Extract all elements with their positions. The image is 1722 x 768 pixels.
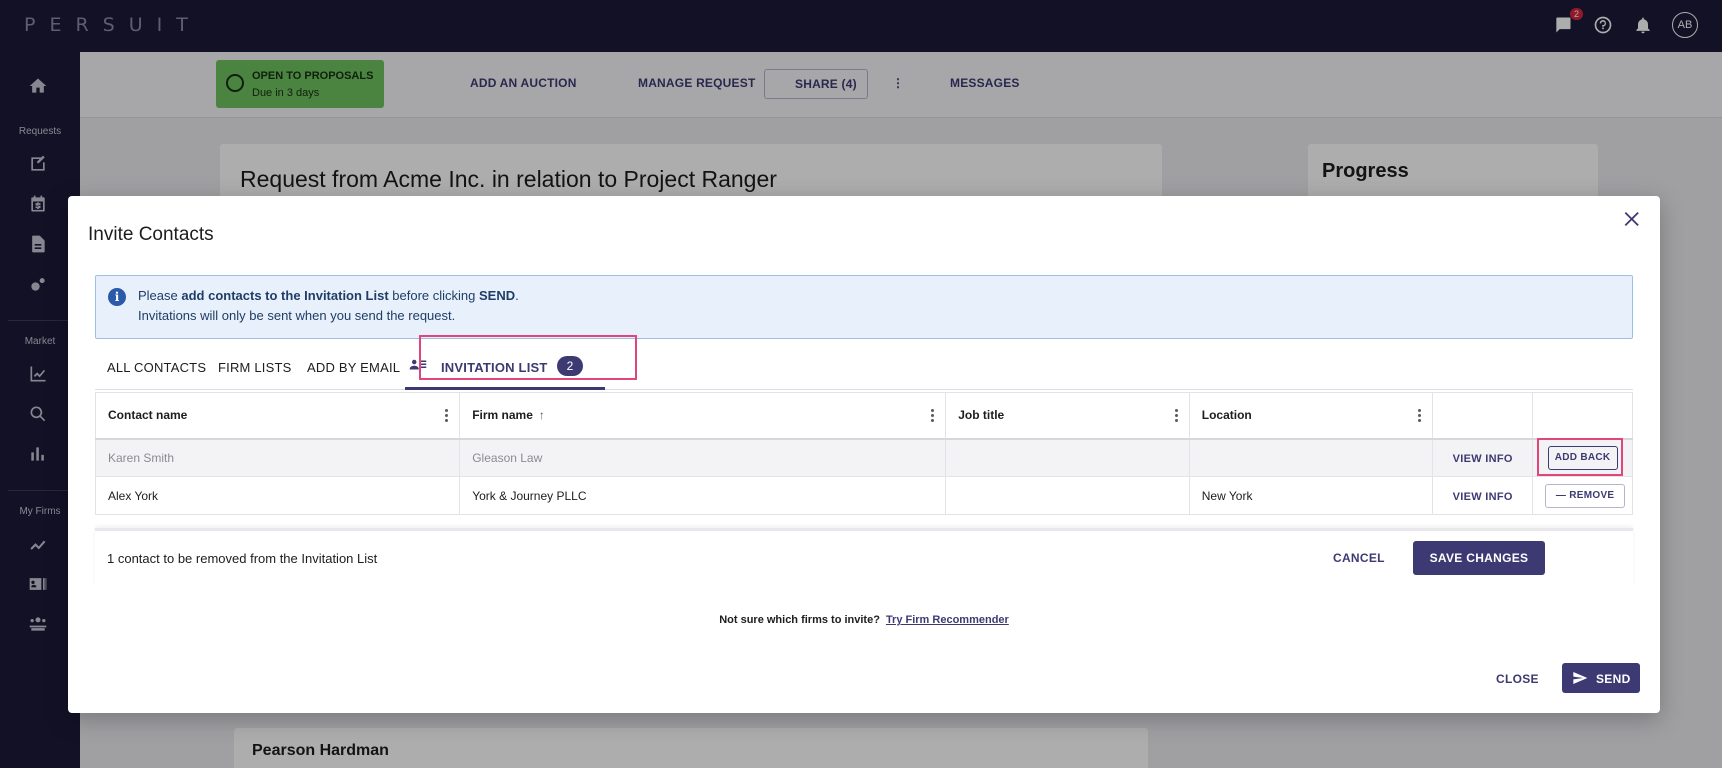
job-title-cell xyxy=(945,438,1190,477)
send-label: SEND xyxy=(1596,672,1631,686)
close-icon[interactable] xyxy=(1622,208,1646,232)
close-button[interactable]: CLOSE xyxy=(1496,672,1539,686)
column-menu-icon[interactable] xyxy=(445,409,449,423)
contact-name-cell: Karen Smith xyxy=(94,438,461,477)
table-row: Karen Smith Gleason Law VIEW INFO ADD BA… xyxy=(94,438,1633,477)
contact-name-cell: Alex York xyxy=(94,476,461,515)
modal-title: Invite Contacts xyxy=(88,224,214,245)
view-info-button[interactable]: VIEW INFO xyxy=(1453,491,1513,503)
column-menu-icon[interactable] xyxy=(931,409,935,423)
column-menu-icon[interactable] xyxy=(1418,409,1422,423)
invite-contacts-modal: Invite Contacts i Please add contacts to… xyxy=(68,196,1660,713)
info-icon: i xyxy=(108,288,126,306)
firm-name-cell: Gleason Law xyxy=(459,438,947,477)
remove-button[interactable]: — REMOVE xyxy=(1545,483,1626,508)
column-header-contact-name[interactable]: Contact name xyxy=(94,392,461,440)
column-menu-icon[interactable] xyxy=(1174,409,1179,423)
firm-recommender-link[interactable]: Try Firm Recommender xyxy=(886,614,1009,626)
firm-recommender-prompt: Not sure which firms to invite? Try Firm … xyxy=(68,614,1660,626)
tab-all-contacts[interactable]: ALL CONTACTS xyxy=(107,360,206,375)
highlight-box xyxy=(1537,438,1623,476)
active-tab-indicator xyxy=(405,387,605,390)
view-info-button[interactable]: VIEW INFO xyxy=(1453,453,1513,465)
send-icon xyxy=(1572,670,1588,686)
cancel-button[interactable]: CANCEL xyxy=(1333,551,1385,565)
job-title-cell xyxy=(945,476,1190,515)
pending-changes-message: 1 contact to be removed from the Invitat… xyxy=(107,551,378,566)
info-banner: i Please add contacts to the Invitation … xyxy=(95,275,1633,339)
send-button[interactable]: SEND xyxy=(1562,663,1640,693)
recommender-question: Not sure which firms to invite? xyxy=(719,614,880,626)
table-header-row: Contact name Firm name ↑ Job title Locati… xyxy=(94,392,1633,440)
location-cell: New York xyxy=(1188,476,1434,515)
tab-firm-lists[interactable]: FIRM LISTS xyxy=(218,360,292,375)
highlight-box xyxy=(419,335,637,380)
save-changes-button[interactable]: SAVE CHANGES xyxy=(1413,541,1545,575)
invitation-table: Contact name Firm name ↑ Job title Locati… xyxy=(94,392,1633,515)
tab-add-by-email[interactable]: ADD BY EMAIL xyxy=(307,360,400,375)
column-header-firm-name[interactable]: Firm name ↑ xyxy=(459,392,947,440)
location-cell xyxy=(1188,438,1434,477)
pending-changes-bar: 1 contact to be removed from the Invitat… xyxy=(95,528,1633,586)
info-line-1: Please add contacts to the Invitation Li… xyxy=(138,288,519,303)
column-header-location[interactable]: Location xyxy=(1188,392,1434,440)
info-line-2: Invitations will only be sent when you s… xyxy=(138,308,456,323)
column-header-view xyxy=(1432,392,1534,440)
table-row: Alex York York & Journey PLLC New York V… xyxy=(94,476,1633,515)
firm-name-cell: York & Journey PLLC xyxy=(459,476,947,515)
sort-ascending-icon[interactable]: ↑ xyxy=(539,408,545,422)
contact-tabs: ALL CONTACTS FIRM LISTS ADD BY EMAIL INV… xyxy=(95,346,1633,390)
column-header-action xyxy=(1532,392,1633,440)
column-header-job-title[interactable]: Job title xyxy=(945,392,1190,440)
